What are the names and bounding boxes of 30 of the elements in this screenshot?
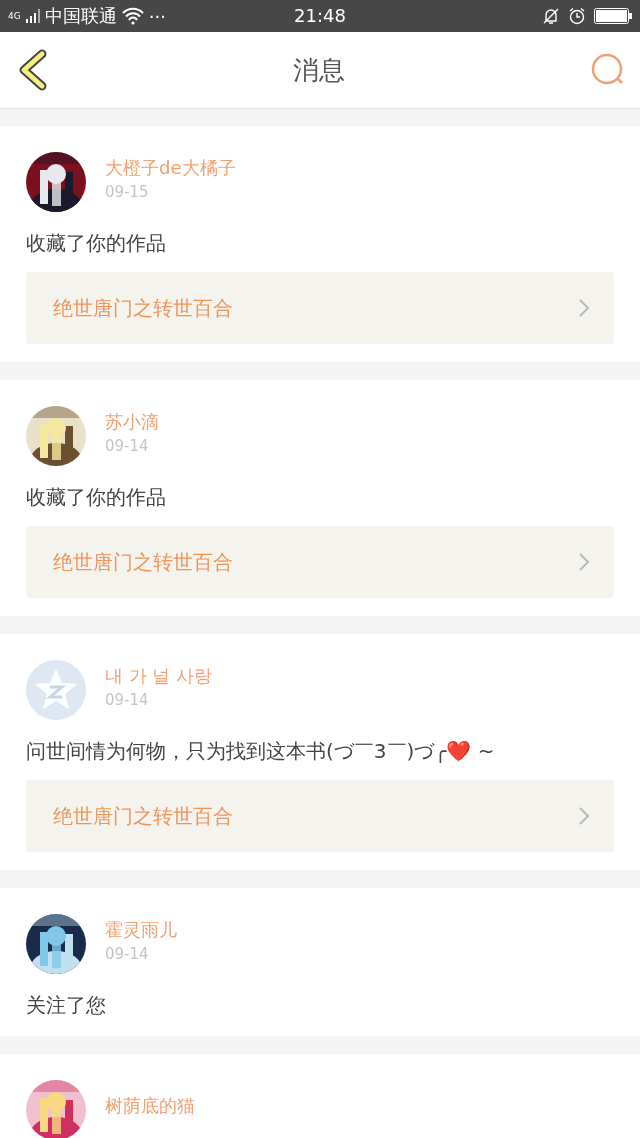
work-link[interactable]: 绝世唐门之转世百合 [26,526,614,598]
chevron-right-icon [578,552,590,572]
work-link[interactable]: 绝世唐门之转世百合 [26,272,614,344]
user-name[interactable]: 霍灵雨儿 [105,917,177,942]
carrier-label: 中国联通 [44,4,117,28]
user-name[interactable]: 大橙子de大橘子 [105,155,236,180]
chevron-right-icon [578,298,590,318]
battery-icon [594,8,632,24]
clock-time: 21:48 [294,5,346,26]
page-title: 消息 [293,53,345,87]
user-name[interactable]: 내 가 널 사랑 [105,663,213,688]
message-date: 09-14 [105,944,149,963]
message-date: 09-14 [105,436,149,455]
network-label: 4G [8,11,21,21]
message-text: 收藏了你的作品 [26,230,167,256]
default-avatar-icon [26,660,86,720]
alarm-clock-icon [568,7,586,25]
work-link[interactable]: 绝世唐门之转世百合 [26,780,614,852]
user-name[interactable]: 苏小滴 [105,409,159,434]
message-text: 收藏了你的作品 [26,484,167,510]
more-label: ··· [148,5,166,27]
wifi-icon [121,7,144,25]
user-name[interactable]: 树荫底的猫 [105,1094,195,1118]
muted-bell-icon [542,7,560,25]
chevron-right-icon [578,806,590,826]
signal-icon [25,9,40,23]
message-text: 问世间情为何物，只为找到这本书(づ￣3￣)づ╭❤ ~ [26,738,496,764]
message-date: 09-15 [105,182,149,201]
message-date: 09-14 [105,690,149,709]
message-text: 关注了您 [26,992,107,1018]
